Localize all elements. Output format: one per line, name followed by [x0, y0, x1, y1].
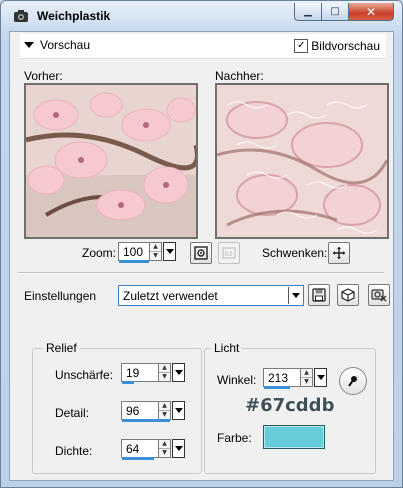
save-icon: [312, 288, 326, 302]
detail-value[interactable]: 96: [126, 404, 139, 418]
zoom-fit-button[interactable]: [190, 242, 212, 264]
actual-size-icon: [222, 247, 236, 259]
density-dropdown-button[interactable]: [172, 439, 185, 458]
reset-icon: [341, 288, 355, 302]
bildvorschau-checkbox[interactable]: ✓: [294, 39, 309, 53]
preview-header: Vorschau ✓ Bildvorschau: [20, 34, 386, 59]
color-label: Farbe:: [217, 431, 252, 445]
detail-dropdown-button[interactable]: [172, 401, 185, 420]
save-preset-button[interactable]: [308, 284, 330, 306]
density-stepper[interactable]: 64 ▲ ▼: [121, 439, 185, 460]
angle-value[interactable]: 213: [268, 371, 288, 385]
angle-stepper[interactable]: 213 ▲ ▼: [263, 368, 327, 389]
sharpness-stepper[interactable]: 19 ▲ ▼: [121, 363, 185, 384]
after-preview-image[interactable]: [215, 83, 389, 239]
preset-dropdown[interactable]: Zuletzt verwendet: [118, 285, 304, 306]
sharpness-level-bar: [122, 381, 134, 384]
light-color-swatch[interactable]: [263, 425, 325, 449]
dialog-window: Weichplastik ▁ □ ✕ Vorschau ✓ Bildvorsch…: [0, 0, 403, 488]
pan-button[interactable]: [328, 242, 350, 264]
detail-stepper[interactable]: 96 ▲ ▼: [121, 401, 185, 422]
fit-icon: [194, 246, 208, 260]
window-title: Weichplastik: [37, 9, 111, 23]
dropdown-arrow-icon: [288, 287, 303, 304]
angle-dropdown-button[interactable]: [314, 368, 327, 387]
section-divider: [18, 272, 384, 274]
zoom-label: Zoom:: [82, 246, 117, 260]
angle-level-bar: [264, 386, 290, 389]
blossom-photo: [26, 85, 196, 237]
angle-dial-icon: [348, 376, 357, 387]
title-bar[interactable]: Weichplastik ▁ □ ✕: [1, 1, 402, 31]
zoom-spin-arrows[interactable]: ▲ ▼: [150, 242, 162, 261]
camera-icon: [14, 10, 28, 22]
chevron-down-icon: [24, 42, 34, 48]
color-hex-overlay: #67cddb: [245, 395, 335, 416]
angle-label: Winkel:: [217, 373, 257, 387]
relief-group: Relief Unschärfe: 19 ▲ ▼ Detail: 96 ▲ ▼ D: [32, 341, 202, 474]
zoom-dropdown-button[interactable]: [163, 242, 176, 261]
light-group: Licht Winkel: 213 ▲ ▼ #67cddb Farbe:: [204, 341, 376, 474]
sharpness-spin-arrows[interactable]: ▲ ▼: [159, 363, 171, 382]
bildvorschau-label: Bildvorschau: [311, 39, 380, 53]
maximize-button[interactable]: □: [321, 3, 349, 21]
settings-label: Einstellungen: [24, 289, 97, 303]
zoom-level-bar: [119, 260, 149, 263]
close-button[interactable]: ✕: [348, 3, 394, 21]
preview-toggle[interactable]: Vorschau: [24, 38, 90, 52]
density-label: Dichte:: [55, 444, 93, 458]
density-spin-arrows[interactable]: ▲ ▼: [159, 439, 171, 458]
bildvorschau-option[interactable]: ✓ Bildvorschau: [294, 39, 380, 53]
reset-preset-button[interactable]: [337, 284, 359, 306]
detail-label: Detail:: [55, 406, 90, 420]
actual-size-button[interactable]: [218, 242, 240, 264]
preset-value: Zuletzt verwendet: [123, 288, 218, 303]
sharpness-dropdown-button[interactable]: [172, 363, 185, 382]
sharpness-label: Unschärfe:: [55, 368, 114, 382]
pan-label: Schwenken:: [262, 246, 328, 260]
detail-level-bar: [122, 419, 170, 422]
pan-crosshair-icon: [333, 247, 345, 259]
density-level-bar: [122, 457, 154, 460]
before-preview-image[interactable]: [24, 83, 198, 239]
relief-group-title: Relief: [43, 341, 80, 355]
delete-preset-button[interactable]: [368, 284, 390, 306]
after-label: Nachher:: [215, 69, 264, 83]
delete-preset-icon: [371, 289, 387, 302]
detail-spin-arrows[interactable]: ▲ ▼: [159, 401, 171, 420]
density-value[interactable]: 64: [126, 442, 139, 456]
before-label: Vorher:: [24, 69, 63, 83]
zoom-value[interactable]: 100: [123, 245, 143, 259]
light-group-title: Licht: [211, 341, 243, 355]
angle-dial-button[interactable]: [339, 367, 367, 395]
sharpness-value[interactable]: 19: [126, 366, 139, 380]
zoom-stepper[interactable]: 100 ▲ ▼: [118, 242, 176, 263]
angle-spin-arrows[interactable]: ▲ ▼: [301, 368, 313, 387]
dialog-client-area: Vorschau ✓ Bildvorschau Vorher: Nachher:: [9, 31, 394, 481]
minimize-button[interactable]: ▁: [294, 3, 322, 21]
plastic-effect-photo: [217, 85, 387, 237]
preview-toggle-label: Vorschau: [40, 38, 91, 52]
